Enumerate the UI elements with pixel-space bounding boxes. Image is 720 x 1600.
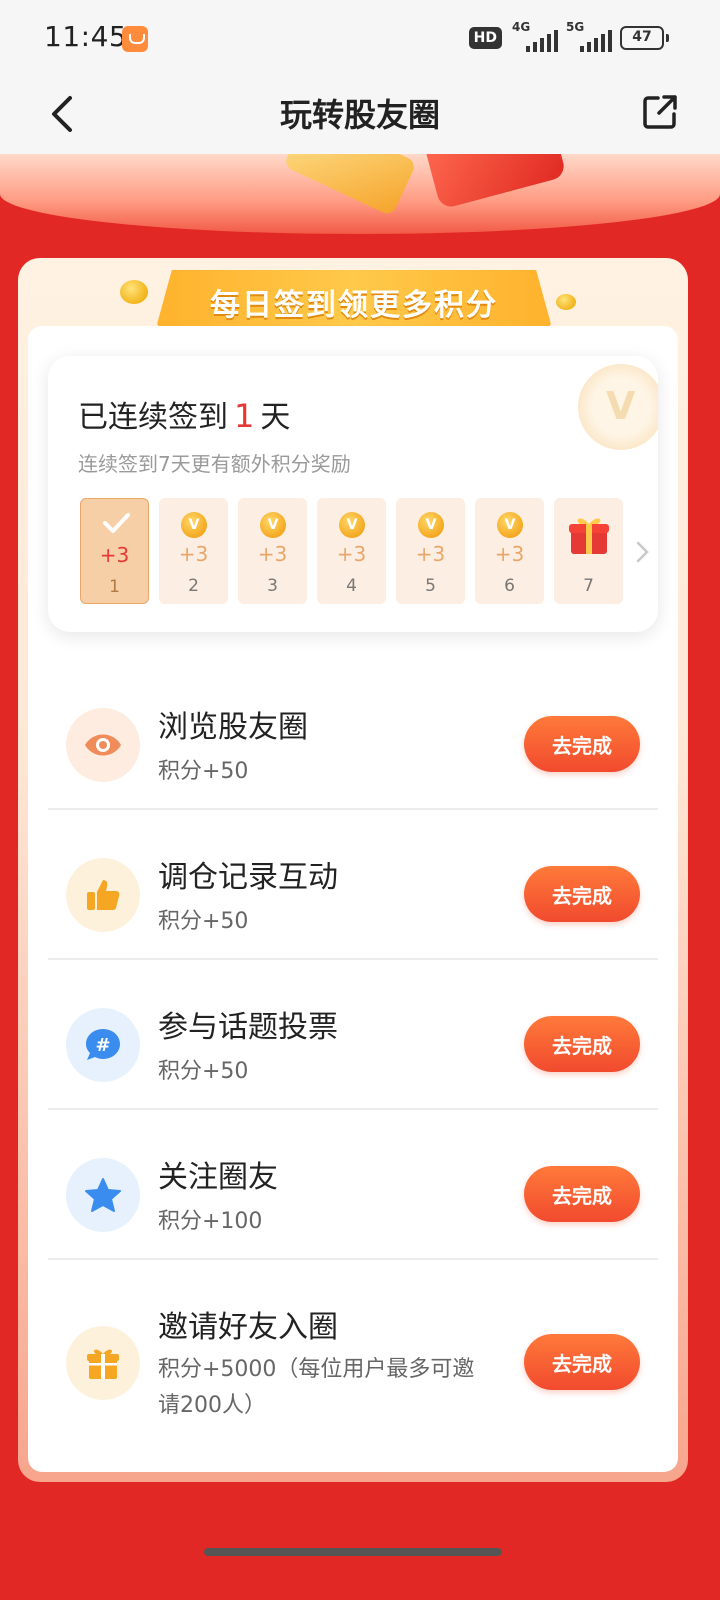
v-coin-icon: V	[260, 512, 286, 538]
coin-icon	[556, 294, 576, 310]
checkin-day-6[interactable]: V +3 6	[475, 498, 544, 604]
v-coin-icon: V	[497, 512, 523, 538]
v-coin-icon: V	[339, 512, 365, 538]
task-reward: 积分+5000（每位用户最多可邀 请200人）	[158, 1357, 475, 1418]
checkin-day-2[interactable]: V +3 2	[159, 498, 228, 604]
signal-4g-icon: 4G	[512, 20, 558, 52]
task-reward: 积分+100	[158, 1209, 263, 1234]
gift-box-icon	[569, 518, 609, 554]
streak-days: 1	[234, 397, 255, 435]
task-follow: 关注圈友 积分+100 去完成	[48, 1150, 658, 1258]
eye-icon	[66, 708, 140, 782]
shopping-bag-icon	[122, 26, 148, 52]
task-invite: 邀请好友入圈 积分+5000（每位用户最多可邀 请200人） 去完成	[48, 1300, 658, 1440]
checkin-day-4[interactable]: V +3 4	[317, 498, 386, 604]
v-coin-icon: V	[418, 512, 444, 538]
signal-5g-icon: 5G	[566, 20, 612, 52]
checkin-day-3[interactable]: V +3 3	[238, 498, 307, 604]
task-reward: 积分+50	[158, 909, 249, 934]
v-coin-icon: V	[578, 364, 658, 450]
svg-text:#: #	[95, 1035, 110, 1056]
complete-button[interactable]: 去完成	[524, 866, 640, 922]
complete-button[interactable]: 去完成	[524, 1334, 640, 1390]
checkin-streak: 已连续签到 1 天	[78, 397, 291, 435]
divider	[48, 1108, 658, 1110]
checkin-day-5[interactable]: V +3 5	[396, 498, 465, 604]
status-indicators: HD 4G 5G 47	[468, 20, 669, 54]
home-indicator[interactable]	[204, 1548, 502, 1556]
complete-button[interactable]: 去完成	[524, 1016, 640, 1072]
star-icon	[66, 1158, 140, 1232]
task-browse: 浏览股友圈 积分+50 去完成	[48, 700, 658, 808]
task-title: 邀请好友入圈	[158, 1310, 338, 1345]
chevron-right-icon[interactable]	[632, 540, 652, 564]
task-topic-vote: # 参与话题投票 积分+50 去完成	[48, 1000, 658, 1108]
battery-icon: 47	[620, 26, 669, 50]
status-bar: 11:45 HD 4G 5G 47	[0, 0, 720, 76]
hd-badge: HD	[468, 27, 502, 49]
thumbs-up-icon	[66, 858, 140, 932]
task-title: 调仓记录互动	[158, 860, 338, 895]
hashtag-chat-icon: #	[66, 1008, 140, 1082]
divider	[48, 808, 658, 810]
complete-button[interactable]: 去完成	[524, 1166, 640, 1222]
complete-button[interactable]: 去完成	[524, 716, 640, 772]
status-time: 11:45	[44, 20, 128, 53]
coin-icon	[120, 280, 148, 304]
external-share-icon[interactable]	[640, 92, 680, 132]
nav-bar: 玩转股友圈	[0, 76, 720, 154]
task-position-interaction: 调仓记录互动 积分+50 去完成	[48, 850, 658, 958]
checkin-day-1[interactable]: +3 1	[80, 498, 149, 604]
gift-icon	[66, 1326, 140, 1400]
checkin-days: +3 1 V +3 2 V +3 3 V +3 4 V +3 5 V +3 6	[80, 498, 623, 604]
task-title: 参与话题投票	[158, 1010, 338, 1045]
checkin-subtitle: 连续签到7天更有额外积分奖励	[78, 452, 351, 476]
v-coin-icon: V	[181, 512, 207, 538]
checkmark-icon	[103, 513, 130, 533]
banner-decoration	[0, 154, 720, 234]
section-title: 每日签到领更多积分	[210, 288, 498, 323]
task-title: 浏览股友圈	[158, 710, 308, 745]
task-title: 关注圈友	[158, 1160, 278, 1195]
checkin-card: V 已连续签到 1 天 连续签到7天更有额外积分奖励 +3 1 V +3 2 V +…	[48, 356, 658, 632]
divider	[48, 1258, 658, 1260]
divider	[48, 958, 658, 960]
task-reward: 积分+50	[158, 1059, 249, 1084]
checkin-day-7[interactable]: 7	[554, 498, 623, 604]
page-title: 玩转股友圈	[279, 96, 440, 134]
task-reward: 积分+50	[158, 759, 249, 784]
